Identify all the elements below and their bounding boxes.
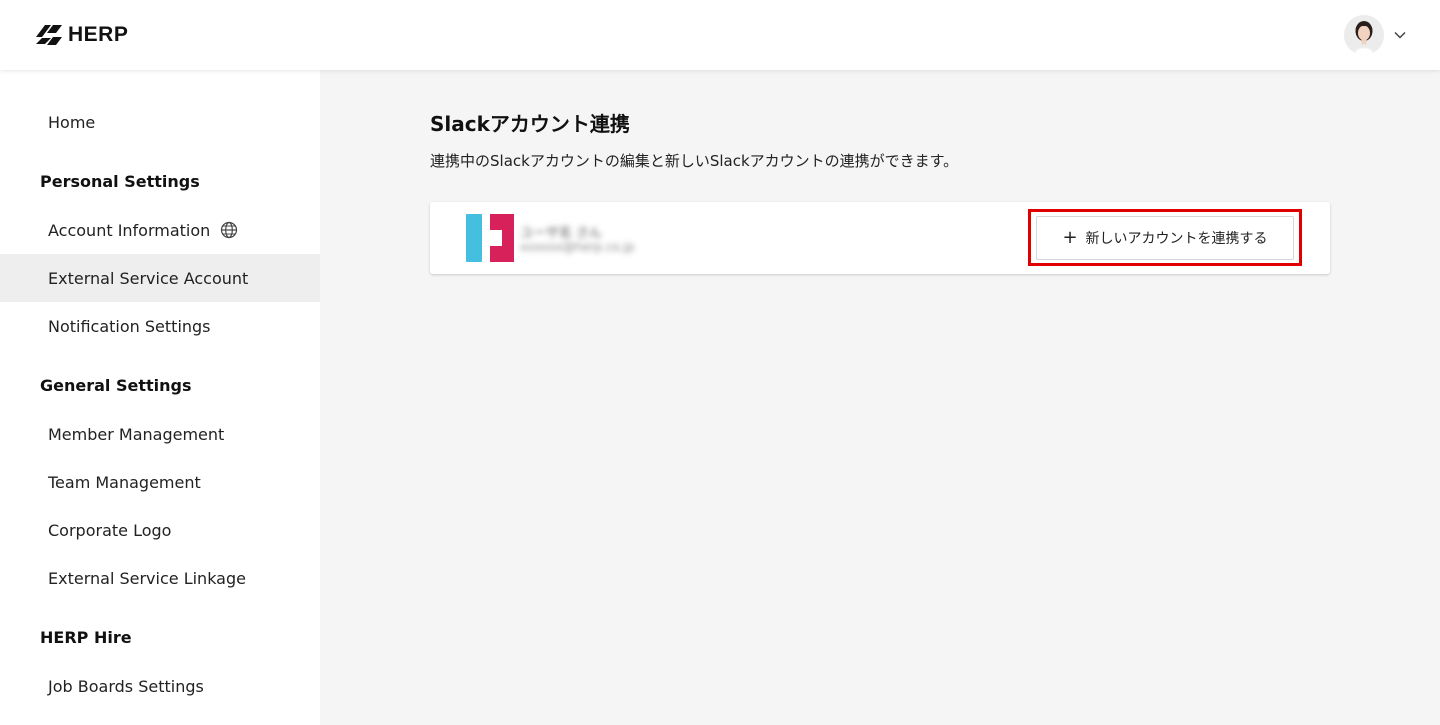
plus-icon: + [1062, 227, 1078, 248]
sidebar-item-label: Account Information [48, 220, 211, 240]
sidebar-item-corporate-logo[interactable]: Corporate Logo [0, 506, 320, 554]
main-content: Slackアカウント連携 連携中のSlackアカウントの編集と新しいSlackア… [320, 70, 1440, 725]
sidebar-item-label: Home [48, 112, 96, 132]
sidebar-item-label: Member Management [48, 424, 225, 444]
sidebar-item-team-management[interactable]: Team Management [0, 458, 320, 506]
add-account-button[interactable]: + 新しいアカウントを連携する [1036, 216, 1294, 260]
page-description: 連携中のSlackアカウントの編集と新しいSlackアカウントの連携ができます。 [430, 152, 959, 170]
add-account-button-label: 新しいアカウントを連携する [1085, 231, 1268, 247]
globe-icon [220, 221, 238, 239]
sidebar-item-label: Corporate Logo [48, 520, 172, 540]
account-name: ユーザ名 さん [520, 226, 602, 241]
sidebar-item-job-boards-settings[interactable]: Job Boards Settings [0, 662, 320, 710]
page-title: Slackアカウント連携 [430, 112, 630, 136]
sidebar-item-home[interactable]: Home [0, 98, 320, 146]
logo-text: HERP [68, 23, 129, 46]
sidebar-item-external-service-linkage[interactable]: External Service Linkage [0, 554, 320, 602]
top-header: HERP [0, 0, 1440, 70]
account-email: xxxxxx@herp.co.jp [520, 240, 635, 254]
slack-account-card: ユーザ名 さん xxxxxx@herp.co.jp + 新しいアカウントを連携す… [430, 202, 1330, 274]
herp-logo-icon [36, 25, 62, 45]
sidebar-item-external-service-account[interactable]: External Service Account [0, 254, 320, 302]
sidebar-heading-personal: Personal Settings [40, 172, 200, 191]
sidebar-item-label: Notification Settings [48, 316, 211, 336]
sidebar-item-label: Team Management [48, 472, 201, 492]
sidebar-heading-general: General Settings [40, 376, 192, 395]
herp-logo[interactable]: HERP [36, 23, 128, 47]
user-menu[interactable] [1344, 15, 1406, 55]
sidebar-item-label: External Service Linkage [48, 568, 246, 588]
sidebar-item-notification-settings[interactable]: Notification Settings [0, 302, 320, 350]
sidebar-item-label: External Service Account [48, 268, 249, 288]
sidebar: Home Personal Settings Account Informati… [0, 70, 320, 725]
avatar[interactable] [1344, 15, 1384, 55]
sidebar-item-account-information[interactable]: Account Information [0, 206, 320, 254]
chevron-down-icon[interactable] [1394, 31, 1406, 39]
sidebar-item-label: Job Boards Settings [48, 676, 204, 696]
workspace-icon [466, 214, 514, 262]
sidebar-item-member-management[interactable]: Member Management [0, 410, 320, 458]
sidebar-heading-herp-hire: HERP Hire [40, 628, 132, 647]
